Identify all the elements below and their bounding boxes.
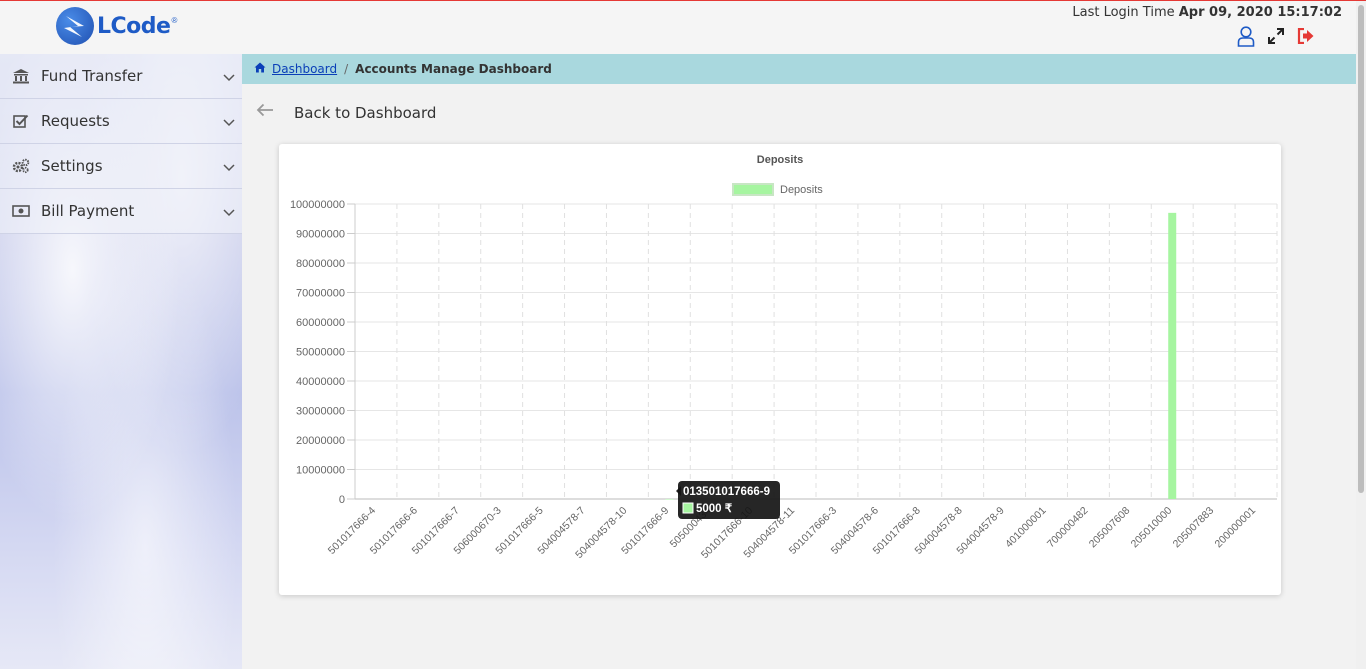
x-tick-label: 205010000 (1129, 505, 1175, 551)
breadcrumb-dashboard-link[interactable]: Dashboard (272, 62, 337, 76)
logo-mark-icon (56, 7, 94, 45)
tooltip-swatch (682, 502, 694, 514)
chevron-down-icon (223, 204, 235, 222)
y-tick-label: 30000000 (296, 406, 345, 418)
sidebar-item-fund-transfer[interactable]: Fund Transfer (0, 54, 242, 99)
money-icon (11, 205, 31, 217)
sidebar-item-label: Requests (41, 112, 110, 130)
last-login-value: Apr 09, 2020 15:17:02 (1178, 5, 1342, 20)
arrow-left-icon[interactable] (256, 103, 274, 122)
back-label: Back to Dashboard (294, 103, 437, 122)
top-header: LCode ® Last Login Time Apr 09, 2020 15:… (0, 1, 1356, 54)
gears-icon (11, 158, 31, 174)
y-tick-label: 90000000 (296, 229, 345, 241)
legend-label[interactable]: Deposits (780, 184, 823, 196)
breadcrumb-current: Accounts Manage Dashboard (355, 62, 552, 76)
bank-icon (11, 68, 31, 84)
fullscreen-icon[interactable] (1266, 25, 1286, 47)
tooltip-value: 5000 ₹ (696, 503, 733, 515)
back-to-dashboard[interactable]: Back to Dashboard (256, 103, 436, 122)
chevron-down-icon (223, 114, 235, 132)
header-actions (1236, 25, 1316, 47)
home-icon[interactable] (254, 62, 266, 76)
y-tick-label: 100000000 (290, 199, 345, 211)
y-tick-label: 20000000 (296, 435, 345, 447)
sidebar-item-bill-payment[interactable]: Bill Payment (0, 189, 242, 234)
sidebar-item-label: Bill Payment (41, 202, 135, 220)
logout-icon[interactable] (1296, 25, 1316, 47)
deposits-chart-card: Deposits Deposits 100000000 90000000 8000000… (279, 144, 1281, 595)
breadcrumb: Dashboard / Accounts Manage Dashboard (242, 54, 1356, 84)
sidebar-item-label: Fund Transfer (41, 67, 143, 85)
y-tick-label: 70000000 (296, 288, 345, 300)
x-tick-label: 205007883 (1171, 505, 1217, 551)
x-tick-label: 700000482 (1045, 505, 1091, 551)
last-login: Last Login Time Apr 09, 2020 15:17:02 (1072, 5, 1342, 20)
logo-registered-mark: ® (171, 15, 178, 25)
checkbox-icon (11, 114, 31, 128)
y-tick-label: 0 (339, 494, 345, 506)
sidebar-item-requests[interactable]: Requests (0, 99, 242, 144)
chart-title: Deposits (757, 154, 803, 166)
logo[interactable]: LCode ® (56, 7, 177, 45)
sidebar: Fund Transfer Requests Settings Bill Pay… (0, 54, 242, 669)
y-tick-label: 50000000 (296, 347, 345, 359)
chevron-down-icon (223, 69, 235, 87)
scrollbar-thumb[interactable] (1358, 5, 1364, 493)
x-tick-label: 401000001 (1003, 505, 1049, 551)
y-tick-label: 40000000 (296, 376, 345, 388)
y-tick-label: 60000000 (296, 317, 345, 329)
last-login-label: Last Login Time (1072, 5, 1175, 20)
deposit-bar[interactable] (1168, 212, 1177, 499)
logo-text: LCode (97, 13, 171, 39)
x-tick-label: 200000001 (1213, 505, 1259, 551)
sidebar-item-settings[interactable]: Settings (0, 144, 242, 189)
x-tick-label: 205007608 (1087, 505, 1133, 551)
chevron-down-icon (223, 159, 235, 177)
deposits-chart: DepositsDeposits100000000900000008000000… (290, 154, 1278, 561)
sidebar-item-label: Settings (41, 157, 103, 175)
y-tick-label: 10000000 (296, 465, 345, 477)
y-tick-label: 80000000 (296, 258, 345, 270)
scrollbar[interactable] (1356, 1, 1366, 669)
breadcrumb-separator: / (344, 62, 349, 76)
deposit-bar[interactable] (665, 498, 674, 500)
user-icon[interactable] (1236, 25, 1256, 47)
tooltip-title: 013501017666-9 (683, 486, 770, 498)
legend-swatch[interactable] (732, 183, 774, 196)
